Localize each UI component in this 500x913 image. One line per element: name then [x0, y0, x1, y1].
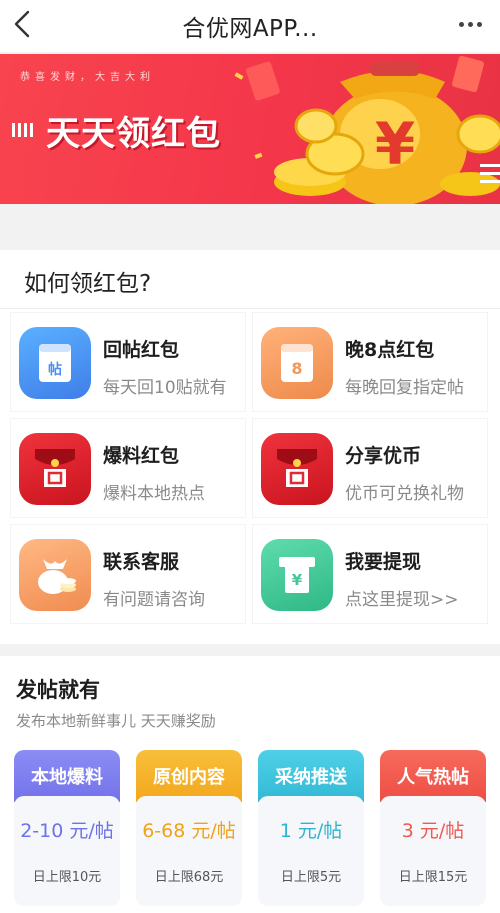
red-envelope-banner[interactable]: 恭喜发财，大吉大利 天天领红包 ¥ — [0, 54, 500, 204]
svg-text:¥: ¥ — [292, 571, 303, 589]
tile-title: 爆料红包 — [103, 445, 180, 467]
section-divider — [0, 308, 500, 309]
speed-lines-icon — [12, 123, 33, 137]
how-to-card: 如何领红包? 帖 回帖红包 每天回10贴就有 8 晚8点红包 每晚回复指定帖 爆… — [0, 250, 500, 644]
tile-subtitle: 点这里提现>> — [345, 590, 459, 610]
how-to-title: 如何领红包? — [24, 271, 152, 297]
tip-off-red-envelope-tile[interactable]: 爆料红包 爆料本地热点 — [10, 418, 246, 518]
reward-amount: 2-10 元/帖 — [20, 820, 114, 842]
tile-subtitle: 爆料本地热点 — [103, 484, 205, 504]
chevron-left-icon — [14, 10, 30, 38]
money-bag-coins-icon: ¥ — [234, 55, 500, 204]
post-rewards-card: 发帖就有 发布本地新鲜事儿 天天赚奖励 本地爆料 2-10 元/帖 日上限10元… — [0, 656, 500, 913]
reward-body: 3 元/帖 日上限15元 — [380, 796, 486, 906]
money-bag-icon — [19, 539, 91, 611]
tile-subtitle: 有问题请咨询 — [103, 590, 205, 610]
red-envelope-icon — [261, 433, 333, 505]
reward-card-original-content[interactable]: 原创内容 6-68 元/帖 日上限68元 — [136, 750, 242, 906]
reward-amount: 1 元/帖 — [279, 820, 343, 842]
reward-daily-limit: 日上限5元 — [280, 870, 342, 885]
tile-title: 晚8点红包 — [345, 339, 435, 361]
reward-card-adopted-push[interactable]: 采纳推送 1 元/帖 日上限5元 — [258, 750, 364, 906]
top-nav-bar: 合优网APP... — [0, 0, 500, 52]
reward-body: 1 元/帖 日上限5元 — [258, 796, 364, 906]
evening-red-envelope-tile[interactable]: 8 晚8点红包 每晚回复指定帖 — [252, 312, 488, 412]
withdraw-tile[interactable]: ¥ 我要提现 点这里提现>> — [252, 524, 488, 624]
back-button[interactable] — [4, 6, 40, 42]
withdraw-icon: ¥ — [261, 539, 333, 611]
banner-motto: 恭喜发财，大吉大利 — [20, 72, 155, 83]
reward-card-popular-post[interactable]: 人气热帖 3 元/帖 日上限15元 — [380, 750, 486, 906]
more-menu-button[interactable] — [452, 8, 488, 40]
svg-text:8: 8 — [291, 359, 302, 378]
reward-label: 人气热帖 — [380, 750, 486, 802]
more-dot-icon — [476, 21, 482, 27]
reward-amount: 6-68 元/帖 — [142, 820, 236, 842]
reward-body: 2-10 元/帖 日上限10元 — [14, 796, 120, 906]
reply-red-envelope-tile[interactable]: 帖 回帖红包 每天回10贴就有 — [10, 312, 246, 412]
reward-card-local-tipoff[interactable]: 本地爆料 2-10 元/帖 日上限10元 — [14, 750, 120, 906]
svg-text:帖: 帖 — [48, 361, 62, 378]
reward-label: 原创内容 — [136, 750, 242, 802]
tile-title: 我要提现 — [345, 551, 422, 573]
post-section-title: 发帖就有 — [16, 678, 100, 702]
more-dot-icon — [458, 21, 464, 27]
reward-daily-limit: 日上限68元 — [154, 870, 224, 885]
share-coins-tile[interactable]: 分享优币 优币可兑换礼物 — [252, 418, 488, 518]
evening-envelope-icon: 8 — [261, 327, 333, 399]
reply-envelope-icon: 帖 — [19, 327, 91, 399]
reward-amount: 3 元/帖 — [401, 820, 465, 842]
tile-subtitle: 优币可兑换礼物 — [345, 484, 464, 504]
tile-title: 回帖红包 — [103, 339, 180, 361]
svg-text:¥: ¥ — [375, 110, 415, 178]
more-dot-icon — [467, 21, 473, 27]
tile-title: 分享优币 — [345, 445, 422, 467]
tile-subtitle: 每晚回复指定帖 — [345, 378, 464, 398]
reward-label: 本地爆料 — [14, 750, 120, 802]
reward-daily-limit: 日上限15元 — [398, 870, 468, 885]
reward-label: 采纳推送 — [258, 750, 364, 802]
banner-title: 天天领红包 — [46, 114, 221, 154]
customer-service-tile[interactable]: 联系客服 有问题请咨询 — [10, 524, 246, 624]
post-section-subtitle: 发布本地新鲜事儿 天天赚奖励 — [16, 712, 216, 730]
reward-body: 6-68 元/帖 日上限68元 — [136, 796, 242, 906]
page-title: 合优网APP... — [182, 16, 318, 42]
tile-subtitle: 每天回10贴就有 — [103, 378, 227, 398]
reward-daily-limit: 日上限10元 — [32, 870, 102, 885]
tile-title: 联系客服 — [103, 551, 180, 573]
red-envelope-icon — [19, 433, 91, 505]
